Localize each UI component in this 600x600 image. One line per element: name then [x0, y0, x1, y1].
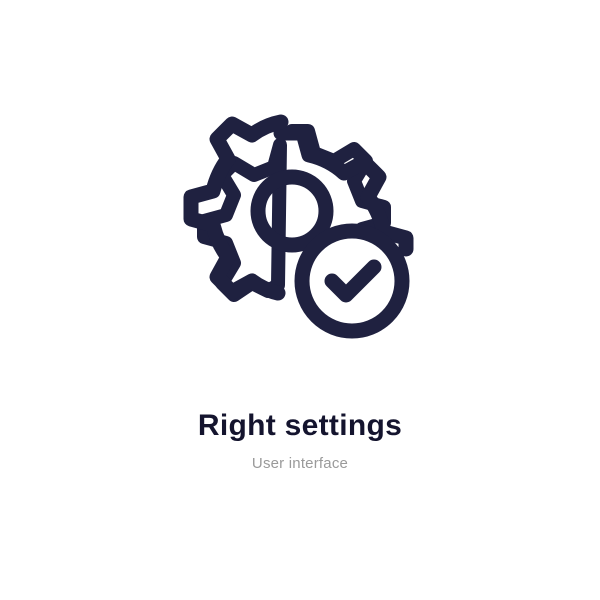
icon-title: Right settings: [198, 409, 402, 443]
icon-subtitle: User interface: [252, 455, 348, 472]
right-settings-icon: [180, 109, 420, 349]
